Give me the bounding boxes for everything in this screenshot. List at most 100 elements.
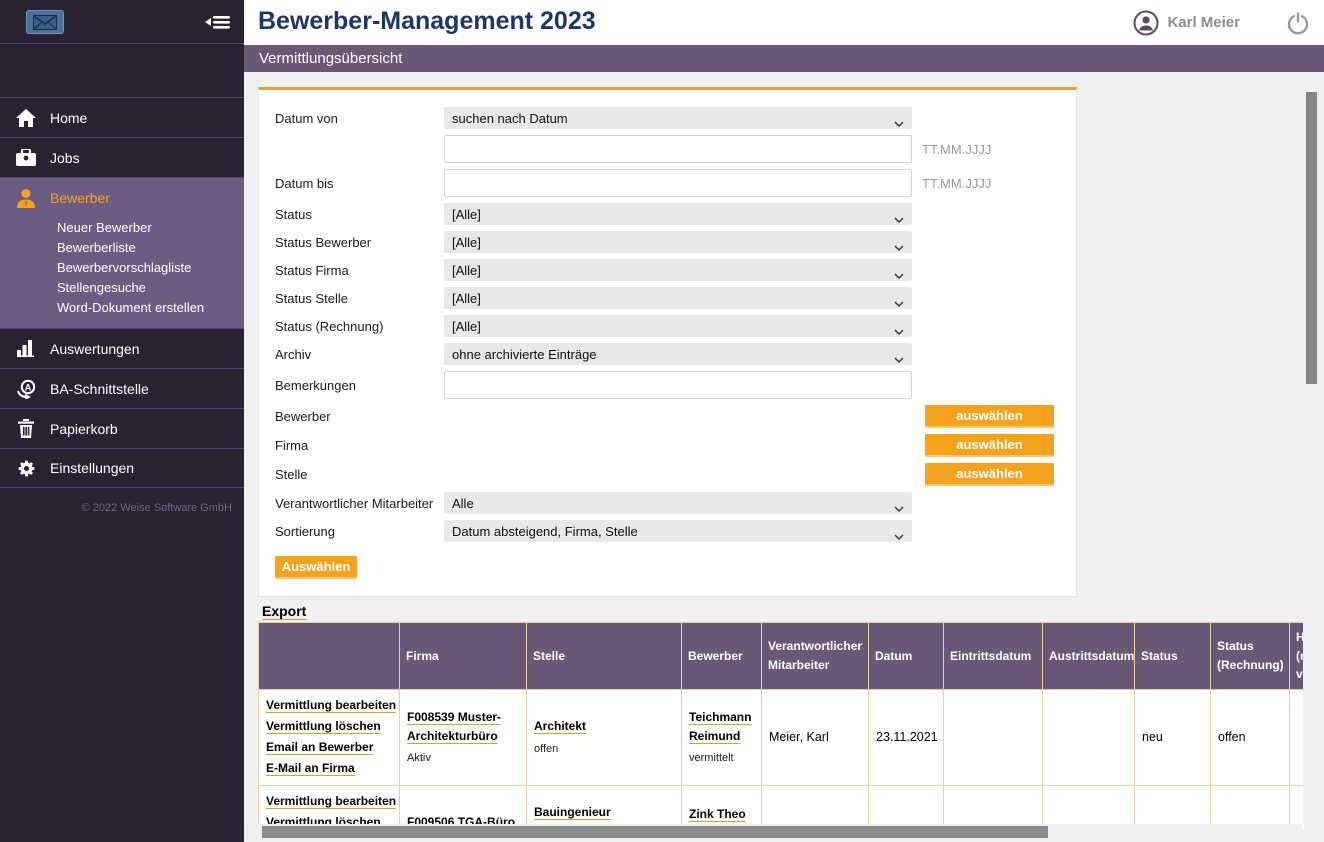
sidebar-item-label: Home [50,109,88,126]
email-an-bewerber-link[interactable]: Email an Bewerber [266,738,373,757]
email-an-firma-link[interactable]: E-Mail an Firma [266,759,355,778]
filter-row-sortierung: Sortierung Datum absteigend, Firma, Stel… [275,520,1060,542]
field-label: Bemerkungen [275,377,356,393]
sidebar-item-auswertungen[interactable]: Auswertungen [0,328,244,368]
vermittlung-bearbeiten-link[interactable]: Vermittlung bearbeiten [266,696,396,715]
datum-von-input[interactable] [444,135,912,163]
chevron-down-icon [894,211,904,226]
filter-row-status-firma: Status Firma [Alle] [275,259,1060,281]
firma-auswaehlen-button[interactable]: auswählen [925,434,1054,457]
field-label: Status Firma [275,262,349,278]
chevron-down-icon [894,115,904,130]
date-format-hint: TT.MM.JJJJ [922,175,992,191]
sidebar-item-home[interactable]: Home [0,97,244,137]
horizontal-scrollbar-thumb[interactable] [262,826,1048,838]
stelle-cell: Architekt offen [526,688,682,786]
sidebar: Home Jobs Bewerber Neuer Bewerber Bewerb… [0,0,244,842]
horizontal-scrollbar[interactable] [246,824,1302,840]
filter-row-datum-von: Datum von suchen nach Datum [275,107,1060,129]
filter-row-status-bewerber: Status Bewerber [Alle] [275,231,1060,253]
col-honorar: Ho (n ve [1289,622,1304,690]
sidebar-item-word-dokument[interactable]: Word-Dokument erstellen [0,298,244,318]
field-label: Firma [275,438,309,453]
firma-link[interactable]: F008539 Muster-Architekturbüro [407,710,501,743]
firma-cell: F008539 Muster-Architekturbüro Aktiv [399,688,527,786]
copyright-text: © 2022 Weise Software GmbH [81,502,232,514]
sidebar-item-label: Jobs [50,149,80,166]
eintrittsdatum-cell [943,688,1043,786]
user-menu[interactable]: Karl Meier [1133,0,1310,45]
sidebar-item-bewerberliste[interactable]: Bewerberliste [0,238,244,258]
sidebar-item-bewerber[interactable]: Bewerber [0,178,244,218]
power-icon[interactable] [1286,11,1310,35]
sidebar-item-einstellungen[interactable]: Einstellungen [0,448,244,488]
vertical-scrollbar[interactable] [1303,74,1320,824]
field-label: Sortierung [275,523,335,539]
col-firma: Firma [399,622,527,690]
sidebar-item-neuer-bewerber[interactable]: Neuer Bewerber [0,218,244,238]
filter-row-bemerkungen: Bemerkungen [275,371,1060,399]
status-bewerber-select[interactable]: [Alle] [444,231,912,253]
honorar-cell [1289,688,1304,786]
col-bewerber: Bewerber [681,622,762,690]
field-label: Datum von [275,110,338,126]
chevron-down-icon [894,351,904,366]
sortierung-select[interactable]: Datum absteigend, Firma, Stelle [444,520,912,542]
status-firma-select[interactable]: [Alle] [444,259,912,281]
filter-panel: Datum von suchen nach Datum TT.MM.JJJJ D… [258,87,1077,597]
firma-status: Aktiv [407,752,431,765]
bewerber-auswaehlen-button[interactable]: auswählen [925,405,1054,428]
date-format-hint: TT.MM.JJJJ [922,141,992,157]
auswaehlen-submit-button[interactable]: Auswählen [275,556,357,579]
chevron-down-icon [894,500,904,515]
status-select[interactable]: [Alle] [444,203,912,225]
col-stelle: Stelle [526,622,682,690]
field-label: Bewerber [275,409,331,424]
archiv-select[interactable]: ohne archivierte Einträge [444,343,912,365]
col-status: Status [1134,622,1211,690]
user-name: Karl Meier [1167,14,1240,31]
bemerkungen-input[interactable] [444,371,912,399]
stelle-auswaehlen-button[interactable]: auswählen [925,463,1054,486]
sidebar-nav: Home Jobs Bewerber Neuer Bewerber Bewerb… [0,97,244,514]
sidebar-item-label: Auswertungen [50,340,140,357]
chevron-down-icon [894,295,904,310]
sidebar-item-jobs[interactable]: Jobs [0,137,244,177]
export-link[interactable]: Export [262,603,306,619]
user-avatar-icon [1133,10,1159,36]
status-cell: neu [1134,688,1211,786]
sidebar-item-stellengesuche[interactable]: Stellengesuche [0,278,244,298]
sidebar-item-bewerbervorschlagliste[interactable]: Bewerbervorschlagliste [0,258,244,278]
sidebar-item-ba-schnittstelle[interactable]: A BA-Schnittstelle [0,368,244,408]
filter-row-stelle: Stelle auswählen [275,463,1060,486]
page-title: Vermittlungsübersicht [244,45,1324,72]
field-label: Archiv [275,346,312,362]
envelope-icon[interactable] [26,10,64,34]
vermittlung-bearbeiten-link[interactable]: Vermittlung bearbeiten [266,792,396,811]
filter-row-status: Status [Alle] [275,203,1060,225]
briefcase-icon [15,148,37,167]
stelle-status: offen [534,742,559,755]
sidebar-item-papierkorb[interactable]: Papierkorb [0,408,244,448]
status-rechnung-cell: offen [1210,688,1290,786]
bar-chart-icon [15,340,37,357]
bewerber-link[interactable]: Teichmann Reimund [689,710,751,743]
home-icon [15,108,37,127]
app-header: Bewerber-Management 2023 Karl Meier [244,0,1324,45]
vertical-scrollbar-thumb[interactable] [1306,92,1317,384]
actions-cell: Vermittlung bearbeiten Vermittlung lösch… [258,688,400,786]
mitarbeiter-cell: Meier, Karl [761,688,869,786]
menu-toggle-icon[interactable] [202,12,232,32]
status-stelle-select[interactable]: [Alle] [444,287,912,309]
vermittlung-loeschen-link[interactable]: Vermittlung löschen [266,717,381,736]
bewerber-cell: Teichmann Reimund vermittelt [681,688,762,786]
bewerber-link[interactable]: Zink Theo [689,807,746,821]
mitarbeiter-select[interactable]: Alle [444,492,912,514]
col-mitarbeiter: Verantwortlicher Mitarbeiter [761,622,869,690]
datum-bis-input[interactable] [444,169,912,197]
status-rechnung-select[interactable]: [Alle] [444,315,912,337]
col-datum: Datum [868,622,944,690]
stelle-link[interactable]: Architekt [534,719,586,733]
austrittsdatum-cell [1042,688,1135,786]
datum-von-mode-select[interactable]: suchen nach Datum [444,107,912,129]
